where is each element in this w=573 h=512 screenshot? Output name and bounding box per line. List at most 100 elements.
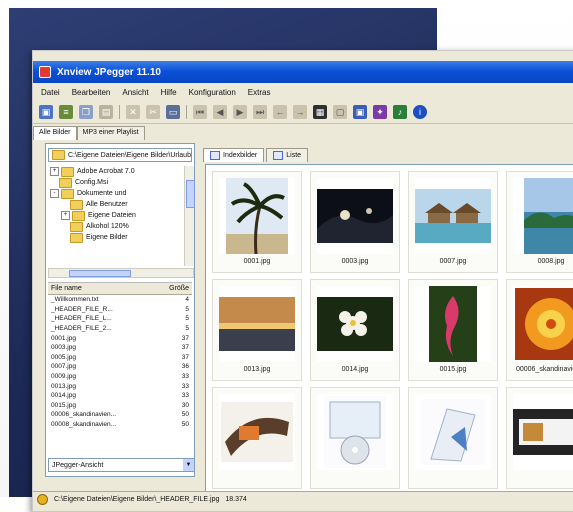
title-bar[interactable]: Xnview JPegger 11.10	[33, 61, 573, 83]
menu-item-konfiguration[interactable]: Konfiguration	[189, 88, 236, 97]
folder-icon	[72, 210, 85, 221]
thumbnail-caption: 00006_skandinavien...	[515, 366, 573, 373]
file-row[interactable]: 0003.jpg 37	[48, 343, 192, 353]
forward-icon[interactable]: →	[293, 105, 307, 119]
first-icon[interactable]: ⏮	[193, 105, 207, 119]
toolbar: ▣ ≡ ❐ ▤ ✕ ✂ ▭ ⏮ ◀ ▶ ⏭ ← → ▦ ▢ ▣ ✦ ♪ i	[33, 101, 573, 124]
menu-item-datei[interactable]: Datei	[41, 88, 60, 97]
file-name: 0003.jpg	[51, 344, 76, 352]
path-input[interactable]: C:\Eigene Dateien\Eigene Bilder\Urlaub	[48, 148, 192, 162]
thumbnail-item[interactable]: 0008.jpg	[506, 171, 573, 273]
chevron-down-icon[interactable]: ▼	[183, 459, 194, 471]
tree-item[interactable]: Alle Benutzer	[48, 199, 192, 210]
cut-icon[interactable]: ✂	[146, 105, 160, 119]
file-name: 0014.jpg	[51, 392, 76, 400]
thumbnail-item[interactable]: 0007.jpg	[408, 171, 498, 273]
open-icon[interactable]: ▣	[39, 105, 53, 119]
file-row[interactable]: 0014.jpg 33	[48, 391, 192, 401]
file-size: 5	[185, 315, 189, 323]
file-row[interactable]: _HEADER_FILE_R... 5	[48, 305, 192, 315]
column-header-name[interactable]: File name	[51, 285, 82, 292]
file-row[interactable]: 0001.jpg 37	[48, 333, 192, 343]
file-row[interactable]: 0005.jpg 37	[48, 353, 192, 363]
monitor-icon[interactable]: ▭	[166, 105, 180, 119]
next-icon[interactable]: ▶	[233, 105, 247, 119]
path-text: C:\Eigene Dateien\Eigene Bilder\Urlaub	[68, 151, 191, 159]
file-row[interactable]: 0013.jpg 33	[48, 381, 192, 391]
column-header-size[interactable]: Größe	[169, 285, 189, 292]
tree-item-label: Config.Msi	[75, 179, 109, 186]
file-row[interactable]: 0007.jpg 36	[48, 362, 192, 372]
toolbar-separator	[119, 105, 120, 119]
menu-item-bearbeiten[interactable]: Bearbeiten	[72, 88, 111, 97]
menu-item-hilfe[interactable]: Hilfe	[161, 88, 177, 97]
thumbnail-item[interactable]	[310, 387, 400, 489]
delete-icon[interactable]: ✕	[126, 105, 140, 119]
tree-item[interactable]: Eigene Bilder	[48, 232, 192, 243]
tree-item[interactable]: - Dokumente und	[48, 188, 192, 199]
tree-item-label: Adobe Acrobat 7.0	[77, 168, 135, 175]
copy-icon[interactable]: ❐	[79, 105, 93, 119]
help-icon[interactable]: i	[413, 105, 427, 119]
print-icon[interactable]: ▦	[313, 105, 327, 119]
tree-item[interactable]: Alkohol 120%	[48, 221, 192, 232]
folder-icon	[61, 166, 74, 177]
collapse-icon[interactable]: -	[50, 189, 59, 198]
thumbnail-item[interactable]: 0013.jpg	[212, 279, 302, 381]
view-icon[interactable]: ▣	[353, 105, 367, 119]
thumbnail-item[interactable]	[506, 387, 573, 489]
tree-item[interactable]: + Eigene Dateien	[48, 210, 192, 221]
tab-liste[interactable]: Liste	[266, 148, 309, 162]
file-size: 37	[181, 344, 189, 352]
back-icon[interactable]: ←	[273, 105, 287, 119]
tree-item-label: Alkohol 120%	[86, 223, 129, 230]
thumbnail-caption: 0003.jpg	[341, 258, 369, 265]
thumbnail-item[interactable]	[212, 387, 302, 489]
tab-label: Indexbilder	[223, 152, 258, 159]
tree-item[interactable]: + Adobe Acrobat 7.0	[48, 166, 192, 177]
prev-icon[interactable]: ◀	[213, 105, 227, 119]
thumbnail-image	[513, 394, 573, 470]
thumbnail-item[interactable]: 0003.jpg	[310, 171, 400, 273]
folder-icon	[70, 199, 83, 210]
audio-icon[interactable]: ♪	[393, 105, 407, 119]
file-row[interactable]: _HEADER_FILE_L... 5	[48, 314, 192, 324]
slideshow-icon[interactable]: ▢	[333, 105, 347, 119]
settings-icon[interactable]: ✦	[373, 105, 387, 119]
view-mode-select[interactable]: JPegger-Ansicht ▼	[48, 458, 195, 472]
thumbnail-item[interactable]	[408, 387, 498, 489]
folder-icon	[70, 221, 83, 232]
tab-alle-bilder[interactable]: Alle Bilder	[33, 126, 77, 140]
file-row[interactable]: 00008_skandinavien... 50	[48, 420, 192, 430]
thumbnail-image	[219, 178, 295, 254]
expand-icon[interactable]: +	[50, 167, 59, 176]
file-row[interactable]: 0009.jpg 33	[48, 372, 192, 382]
scroll-thumb[interactable]	[69, 270, 131, 277]
file-name: _HEADER_FILE_L...	[51, 315, 112, 323]
file-name: 0007.jpg	[51, 363, 76, 371]
menu-item-ansicht[interactable]: Ansicht	[122, 88, 148, 97]
last-icon[interactable]: ⏭	[253, 105, 267, 119]
thumbnail-item[interactable]: 0015.jpg	[408, 279, 498, 381]
thumbnail-caption: 0001.jpg	[243, 258, 271, 265]
scroll-thumb[interactable]	[186, 180, 195, 208]
file-size: 5	[185, 305, 189, 313]
file-row[interactable]: _Willkommen.txt 4	[48, 295, 192, 305]
tree-item[interactable]: Config.Msi	[48, 177, 192, 188]
scan-icon[interactable]: ≡	[59, 105, 73, 119]
thumbnail-caption: 0014.jpg	[341, 366, 369, 373]
thumbnail-item[interactable]: 0001.jpg	[212, 171, 302, 273]
tab-indexbilder[interactable]: Indexbilder	[203, 148, 265, 162]
file-row[interactable]: 00006_skandinavien... 50	[48, 410, 192, 420]
file-row[interactable]: _HEADER_FILE_2... 5	[48, 324, 192, 334]
expand-icon[interactable]: +	[61, 211, 70, 220]
tree-scrollbar-vertical[interactable]	[184, 166, 195, 266]
file-rows: _Willkommen.txt 4 _HEADER_FILE_R... 5 _HEADE…	[48, 295, 192, 429]
paste-icon[interactable]: ▤	[99, 105, 113, 119]
thumbnail-item[interactable]: 0014.jpg	[310, 279, 400, 381]
file-row[interactable]: 0015.jpg 30	[48, 401, 192, 411]
thumbnail-item[interactable]: 00006_skandinavien...	[506, 279, 573, 381]
tab-mp3-playlist[interactable]: MP3 einer Playlist	[76, 126, 145, 140]
tree-scrollbar-horizontal[interactable]	[48, 268, 194, 278]
menu-item-extras[interactable]: Extras	[248, 88, 271, 97]
